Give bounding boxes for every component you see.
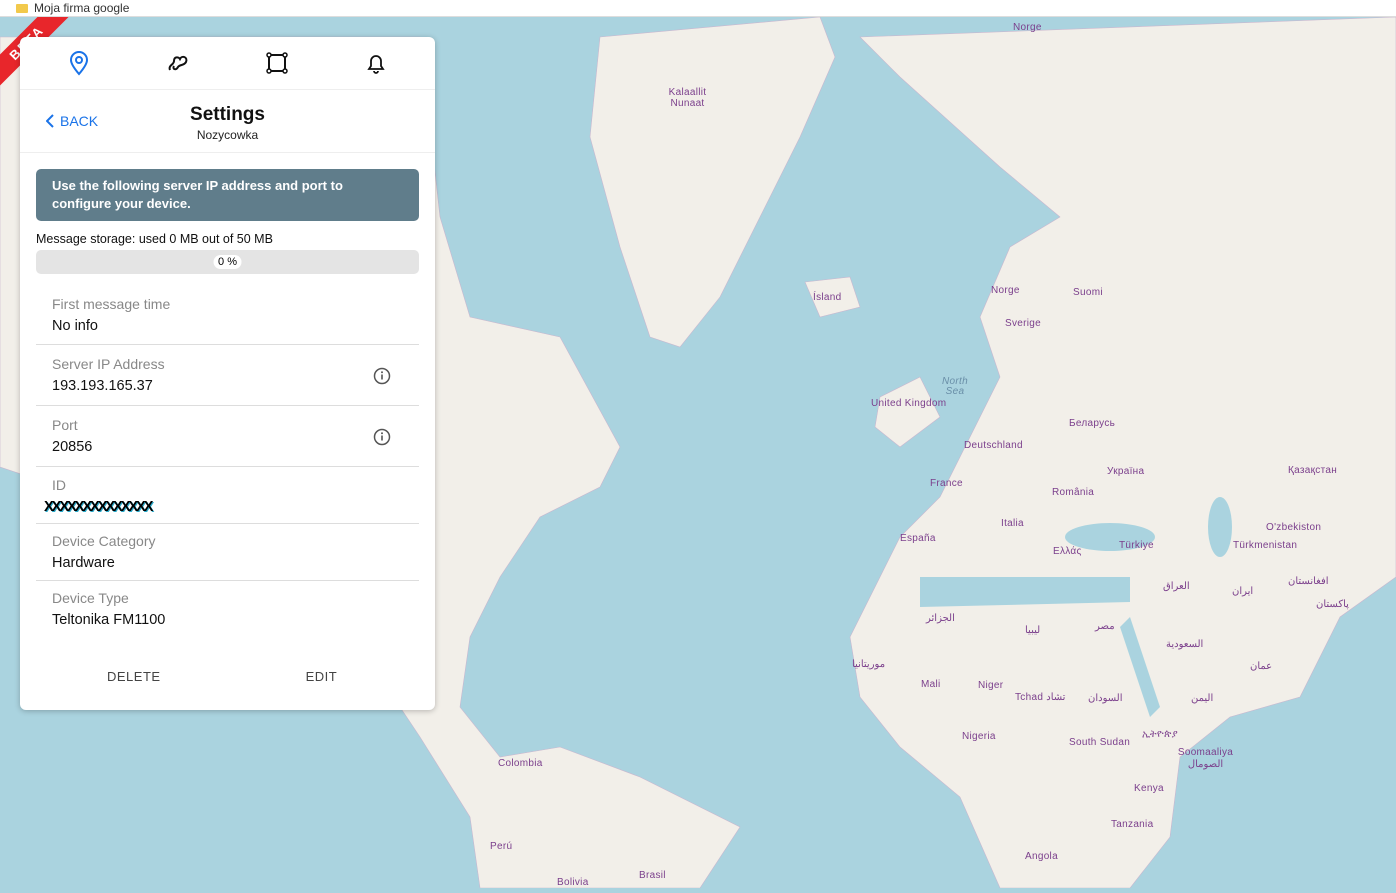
map-label: Soomaaliya الصومال [1177, 747, 1234, 770]
storage-text: Message storage: used 0 MB out of 50 MB [36, 232, 273, 246]
map-label: România [1052, 487, 1095, 498]
field-first-message-time: First message time No info [36, 280, 419, 345]
panel-header: BACK Settings Nozycowka [20, 90, 435, 153]
map-label: Беларусь [1069, 418, 1116, 429]
map-label: Қазақстан [1288, 465, 1338, 476]
field-port: Port 20856 [36, 406, 419, 467]
map-label: ليبيا [1025, 625, 1041, 636]
map-label: O'zbekiston [1266, 522, 1322, 533]
delete-button[interactable]: DELETE [107, 669, 161, 684]
map-label: Ελλάς [1053, 546, 1082, 557]
page-subtitle: Nozycowka [196, 128, 259, 142]
field-value: Hardware [52, 555, 115, 571]
storage-progress-bar: 0 % [36, 250, 419, 274]
map-label: Ísland [813, 292, 842, 303]
map-label: Nigeria [962, 731, 996, 742]
map-label: Tanzania [1111, 819, 1154, 830]
settings-panel: BACK Settings Nozycowka Use the followin… [20, 37, 435, 710]
map-label: الجزائر [926, 613, 955, 624]
map-label: پاکستان [1316, 599, 1349, 610]
map-label: Bolivia [557, 877, 589, 888]
map-label: Deutschland [964, 440, 1023, 451]
edit-button[interactable]: EDIT [306, 669, 338, 684]
bookmarks-bar: Moja firma google [0, 0, 1396, 17]
field-label: ID [52, 477, 66, 493]
field-value: No info [52, 318, 98, 334]
map-label: Türkiye [1119, 540, 1154, 551]
redacted-id-value: XXXXXXXXXXXXXX [44, 499, 153, 515]
folder-icon [16, 4, 28, 13]
map-label: ኢትዮጵያ [1142, 729, 1178, 740]
field-label: Port [52, 417, 78, 433]
panel-actions: DELETE EDIT [20, 669, 435, 684]
map-label: Kalaallit Nunaat [668, 87, 707, 109]
info-icon[interactable] [373, 428, 391, 446]
map-label: عمان [1250, 661, 1273, 672]
map-label: Mali [921, 679, 941, 690]
map-label: افغانستان [1288, 576, 1329, 587]
map-label: Norge [1013, 22, 1042, 33]
map-label: France [930, 478, 963, 489]
panel-toolbar [20, 37, 435, 90]
map-label: اليمن [1191, 693, 1214, 704]
info-icon[interactable] [373, 367, 391, 385]
map-label: Україна [1107, 466, 1145, 477]
map-label: Perú [490, 841, 513, 852]
field-value: Teltonika FM1100 [52, 612, 166, 628]
map-label: Sverige [1005, 318, 1042, 329]
bookmark-item[interactable]: Moja firma google [34, 1, 129, 15]
location-pin-icon[interactable] [65, 49, 93, 77]
map-label: España [900, 533, 936, 544]
map-label: South Sudan [1069, 737, 1131, 748]
map-label: Kenya [1134, 783, 1164, 794]
bell-icon[interactable] [362, 49, 390, 77]
map-label: Brasil [639, 870, 666, 881]
map-label: السعودية [1166, 639, 1204, 650]
map-label: Suomi [1073, 287, 1103, 298]
map-label: موريتانيا [852, 659, 886, 670]
field-server-ip: Server IP Address 193.193.165.37 [36, 345, 419, 406]
field-label: First message time [52, 296, 171, 312]
field-label: Device Category [52, 533, 156, 549]
field-value: 193.193.165.37 [52, 378, 153, 394]
map-label: Tchad تشاد [1015, 692, 1066, 703]
field-value: 20856 [52, 439, 93, 455]
field-label: Server IP Address [52, 356, 165, 372]
map-label: ایران [1232, 586, 1254, 597]
progress-label: 0 % [213, 255, 242, 269]
info-notice: Use the following server IP address and … [36, 169, 419, 221]
map-label: العراق [1163, 581, 1190, 592]
map-label: السودان [1088, 693, 1123, 704]
map-label: North Sea [942, 376, 968, 397]
field-label: Device Type [52, 590, 129, 606]
map-label: مصر [1095, 621, 1115, 632]
map-label: Angola [1025, 851, 1058, 862]
page-title: Settings [190, 104, 265, 125]
map-label: Niger [978, 680, 1004, 691]
field-id: ID XXXXXXXXXXXXXX [36, 467, 419, 524]
field-device-type: Device Type Teltonika FM1100 [36, 581, 419, 628]
map-label: Italia [1001, 518, 1024, 529]
map-label: Türkmenistan [1233, 540, 1298, 551]
map-label: United Kingdom [871, 398, 947, 409]
map-label: Norge [991, 285, 1020, 296]
polygon-icon[interactable] [263, 49, 291, 77]
map-label: Colombia [498, 758, 543, 769]
route-icon[interactable] [164, 49, 192, 77]
field-device-category: Device Category Hardware [36, 524, 419, 581]
